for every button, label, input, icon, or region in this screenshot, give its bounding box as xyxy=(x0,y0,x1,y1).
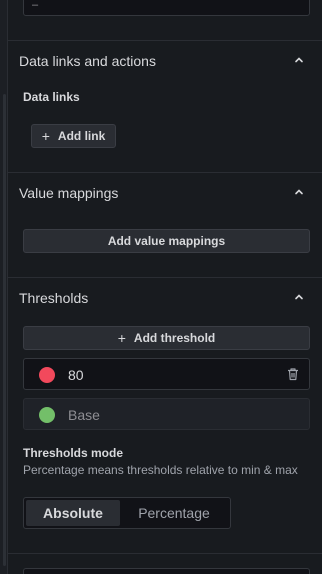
thresholds-mode-radio-group: Absolute Percentage xyxy=(23,497,231,529)
threshold-color-swatch[interactable] xyxy=(39,407,55,423)
previous-field-input[interactable]: – xyxy=(23,0,310,16)
chevron-up-icon[interactable] xyxy=(294,292,304,302)
threshold-value-input[interactable]: 80 xyxy=(68,367,84,383)
scrollbar-thumb[interactable] xyxy=(3,94,6,566)
section-header-data-links[interactable]: Data links and actions xyxy=(8,41,322,81)
threshold-row[interactable]: 80 xyxy=(23,358,310,390)
add-value-mappings-label: Add value mappings xyxy=(107,234,226,248)
add-threshold-button[interactable]: + Add threshold xyxy=(23,326,310,350)
thresholds-mode-description: Percentage means thresholds relative to … xyxy=(23,463,298,477)
add-link-button[interactable]: + Add link xyxy=(31,124,116,148)
next-section-field[interactable] xyxy=(23,568,310,574)
scroll-rail xyxy=(0,0,8,574)
threshold-color-swatch[interactable] xyxy=(39,367,55,383)
add-threshold-label: Add threshold xyxy=(133,331,216,345)
section-title-thresholds: Thresholds xyxy=(19,290,89,306)
section-header-thresholds[interactable]: Thresholds xyxy=(8,278,322,318)
mode-option-absolute[interactable]: Absolute xyxy=(26,500,120,526)
input-caret-mark: – xyxy=(32,0,39,11)
plus-icon: + xyxy=(117,330,126,346)
panel-options-pane: – Data links and actions Data links + Ad… xyxy=(0,0,322,574)
plus-icon: + xyxy=(41,128,50,144)
thresholds-mode-label: Thresholds mode xyxy=(23,446,124,460)
chevron-up-icon[interactable] xyxy=(294,187,304,197)
chevron-up-icon[interactable] xyxy=(294,55,304,65)
section-title-data-links: Data links and actions xyxy=(19,53,156,69)
add-link-label: Add link xyxy=(57,129,106,143)
add-value-mappings-button[interactable]: Add value mappings xyxy=(23,229,310,253)
section-title-value-mappings: Value mappings xyxy=(19,185,119,201)
data-links-label: Data links xyxy=(23,90,80,104)
section-divider xyxy=(8,553,322,554)
mode-option-percentage[interactable]: Percentage xyxy=(120,500,228,526)
section-header-value-mappings[interactable]: Value mappings xyxy=(8,173,322,213)
trash-icon[interactable] xyxy=(286,367,300,381)
threshold-row-base: Base xyxy=(23,398,310,430)
threshold-base-label: Base xyxy=(68,407,100,423)
